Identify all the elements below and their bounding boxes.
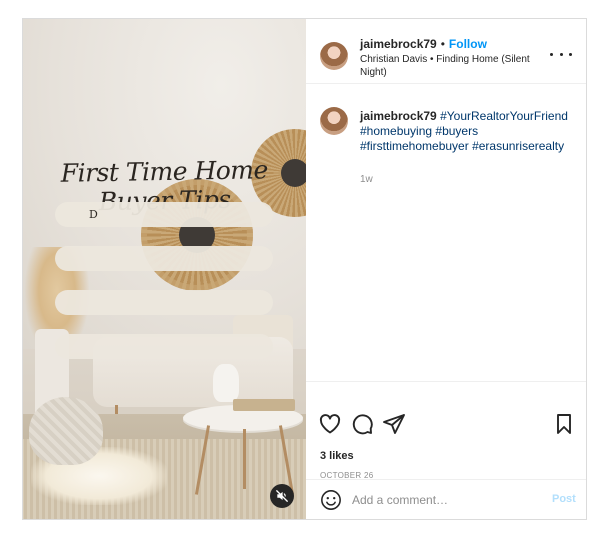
tip-bar-text: D: [89, 208, 98, 221]
tip-bar: [55, 290, 273, 315]
hashtag-link[interactable]: #firsttimehomebuyer: [360, 139, 469, 153]
speaker-muted-icon: [276, 490, 288, 502]
more-options-button[interactable]: [550, 47, 572, 61]
username-link[interactable]: jaimebrock79: [360, 37, 437, 51]
share-button[interactable]: [382, 412, 406, 436]
bookmark-icon: [557, 414, 571, 434]
caption-timestamp: 1w: [360, 174, 373, 185]
post-dialog: First Time Home Buyer Tips D jaimebrock7…: [22, 18, 587, 520]
tip-bar: [55, 334, 273, 359]
emoji-button[interactable]: [320, 489, 342, 511]
comment-input[interactable]: [352, 490, 532, 510]
more-dots-icon: [559, 52, 563, 56]
more-dots-icon: [569, 52, 572, 56]
likes-count[interactable]: 3 likes: [320, 450, 354, 462]
tip-bar: D: [55, 202, 273, 227]
avatar[interactable]: [320, 42, 348, 70]
hashtag-link[interactable]: #erasunriserealty: [472, 139, 564, 153]
comment-button[interactable]: [350, 412, 374, 436]
post-header: jaimebrock79 • Follow Christian Davis • Fi…: [306, 19, 586, 84]
hashtag-link[interactable]: #homebuying: [360, 124, 432, 138]
share-icon: [383, 414, 405, 434]
mute-button[interactable]: [270, 484, 294, 508]
more-dots-icon: [550, 52, 553, 56]
heart-icon: [319, 414, 341, 434]
book: [233, 399, 295, 411]
post-panel: jaimebrock79 • Follow Christian Davis • Fi…: [306, 19, 586, 519]
caption-text: jaimebrock79 #YourRealtorYourFriend #hom…: [360, 109, 575, 154]
hashtag-link[interactable]: #buyers: [435, 124, 478, 138]
table-lamp: [213, 364, 239, 402]
comment-icon: [352, 414, 373, 435]
audio-attribution[interactable]: Christian Davis • Finding Home (Silent N…: [360, 53, 540, 79]
table-leg: [243, 429, 246, 489]
like-button[interactable]: [318, 412, 342, 436]
header-user-row: jaimebrock79 • Follow: [360, 37, 487, 51]
comment-bar: Post: [306, 479, 586, 519]
hashtag-link[interactable]: #YourRealtorYourFriend: [440, 109, 568, 123]
pouf: [29, 397, 103, 465]
avatar[interactable]: [320, 107, 348, 135]
caption-block: jaimebrock79 #YourRealtorYourFriend #hom…: [306, 84, 586, 379]
post-media[interactable]: First Time Home Buyer Tips D: [23, 19, 306, 519]
tip-bar: [55, 246, 273, 271]
separator-dot: •: [440, 37, 445, 51]
emoji-icon: [321, 490, 341, 510]
save-button[interactable]: [552, 412, 576, 436]
caption-username[interactable]: jaimebrock79: [360, 109, 437, 123]
follow-button[interactable]: Follow: [449, 37, 487, 51]
post-button[interactable]: Post: [552, 493, 576, 505]
